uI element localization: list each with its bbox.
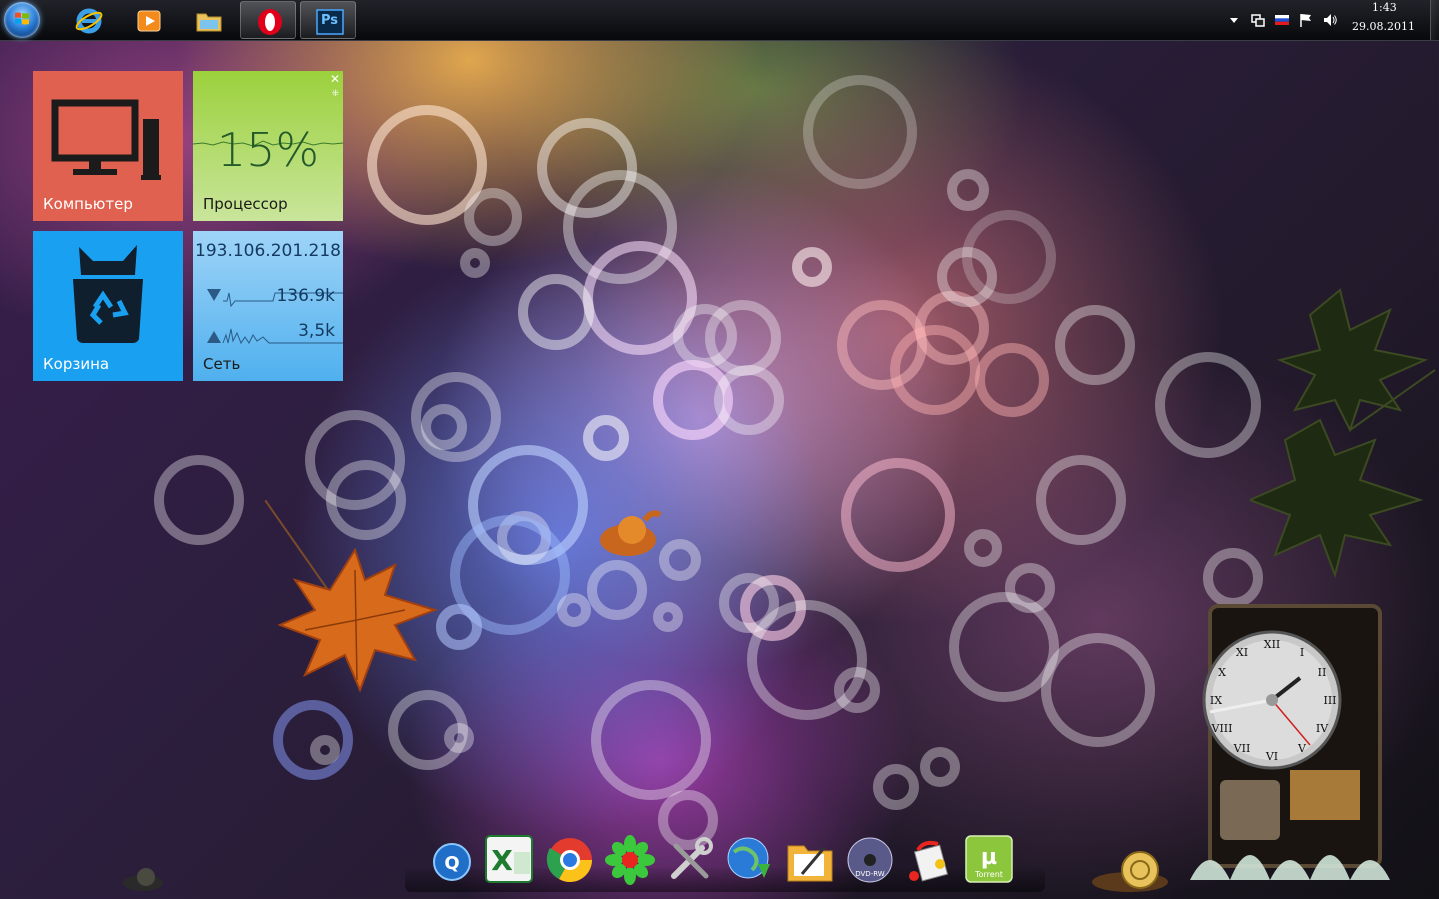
- maple-leaves-dark: [1250, 288, 1436, 579]
- tile-recycle-label: Корзина: [43, 355, 110, 373]
- numeral-i: I: [1300, 646, 1304, 659]
- tools-icon: [671, 837, 713, 879]
- dvd-label: DVD-RW: [855, 870, 885, 878]
- snail-orange: [600, 510, 662, 556]
- svg-text:µ: µ: [981, 845, 997, 870]
- taskbar: Ps 1:43 29.08.2011: [0, 0, 1439, 41]
- numeral-viii: VIII: [1211, 722, 1233, 735]
- dock-item-chrome[interactable]: [544, 834, 596, 886]
- svg-text:X: X: [491, 844, 513, 877]
- taskbar-windows-explorer[interactable]: [180, 1, 236, 39]
- dock-item-paint[interactable]: [904, 834, 956, 886]
- dock-item-icq[interactable]: [604, 834, 656, 886]
- tile-network-gadget[interactable]: 193.106.201.218 136.9k 3,5k Сеть: [193, 231, 343, 381]
- show-desktop-button[interactable]: [1430, 0, 1439, 40]
- tile-network-label: Сеть: [203, 355, 241, 373]
- snail-yellow: [1092, 851, 1168, 892]
- numeral-vii: VII: [1233, 742, 1251, 755]
- tile-cpu-gadget[interactable]: ✕ ⁜ 15% Процессор: [193, 71, 343, 221]
- hdd-clock-gadget[interactable]: XII I II III IV V VI VII VIII IX X XI: [1190, 600, 1390, 880]
- language-flag-ru[interactable]: [1274, 12, 1290, 28]
- cpu-usage-value: 15%: [216, 123, 320, 177]
- qip-icon: Q: [433, 843, 471, 881]
- dock-item-downloader[interactable]: [724, 834, 776, 886]
- excel-icon: X: [485, 835, 533, 883]
- taskbar-media-player[interactable]: [120, 1, 176, 39]
- action-center-flag-icon[interactable]: [1298, 12, 1314, 28]
- snail-small-left: [123, 868, 163, 891]
- taskbar-photoshop[interactable]: Ps: [300, 1, 356, 39]
- media-player-icon: [137, 10, 161, 32]
- start-button[interactable]: [4, 2, 40, 38]
- taskbar-internet-explorer[interactable]: [60, 1, 116, 39]
- dock-item-qip[interactable]: Q: [428, 834, 480, 886]
- dvd-icon: DVD-RW: [847, 837, 893, 883]
- tile-cpu-label: Процессор: [203, 195, 288, 213]
- clock-date[interactable]: 29.08.2011: [1352, 20, 1415, 33]
- utorrent-icon: µ Torrent: [965, 835, 1013, 883]
- gadget-close-icon[interactable]: ✕: [330, 72, 340, 86]
- numeral-ii: II: [1318, 666, 1327, 679]
- hdd-clock-face: XII I II III IV V VI VII VIII IX X XI: [1190, 604, 1390, 880]
- dock-item-utorrent[interactable]: µ Torrent: [964, 834, 1016, 886]
- volume-icon[interactable]: [1322, 12, 1338, 28]
- globe-download-icon: [727, 837, 770, 879]
- folder-pencil-icon: [787, 845, 833, 882]
- chrome-icon: [546, 838, 592, 882]
- numeral-iii: III: [1323, 694, 1336, 707]
- numeral-xii: XII: [1264, 638, 1281, 651]
- tile-computer[interactable]: Компьютер: [33, 71, 183, 221]
- numeral-xi: XI: [1236, 646, 1248, 659]
- paint-bucket-icon: [909, 840, 949, 882]
- maple-leaf-orange: [265, 500, 439, 693]
- dock-item-tools[interactable]: [664, 834, 716, 886]
- utorrent-label: Torrent: [974, 870, 1003, 879]
- dock-item-dvd[interactable]: DVD-RW: [844, 834, 896, 886]
- numeral-x: X: [1218, 666, 1226, 679]
- network-download-rate: 136.9k: [276, 286, 335, 306]
- clock-time[interactable]: 1:43: [1372, 1, 1397, 14]
- numeral-iv: IV: [1316, 722, 1329, 735]
- windows-logo-icon: [15, 12, 29, 25]
- taskbar-opera[interactable]: [240, 1, 296, 39]
- folder-icon: [196, 13, 222, 32]
- tile-computer-label: Компьютер: [43, 195, 133, 213]
- network-icon[interactable]: [1250, 12, 1266, 28]
- gadget-drag-icon[interactable]: ⁜: [331, 89, 339, 99]
- ie-icon: [75, 8, 103, 34]
- opera-icon: [258, 9, 282, 35]
- flower-icon: [605, 835, 655, 885]
- dock-item-notes[interactable]: [784, 834, 836, 886]
- dock-item-excel[interactable]: X: [484, 834, 536, 886]
- network-upload-rate: 3,5k: [298, 321, 335, 341]
- tile-recycle-bin[interactable]: Корзина: [33, 231, 183, 381]
- numeral-ix: IX: [1210, 694, 1222, 707]
- numeral-v: V: [1297, 742, 1307, 755]
- svg-text:Q: Q: [444, 853, 459, 874]
- numeral-vi: VI: [1265, 750, 1278, 763]
- show-hidden-icons[interactable]: [1226, 12, 1242, 28]
- photoshop-label: Ps: [321, 13, 339, 28]
